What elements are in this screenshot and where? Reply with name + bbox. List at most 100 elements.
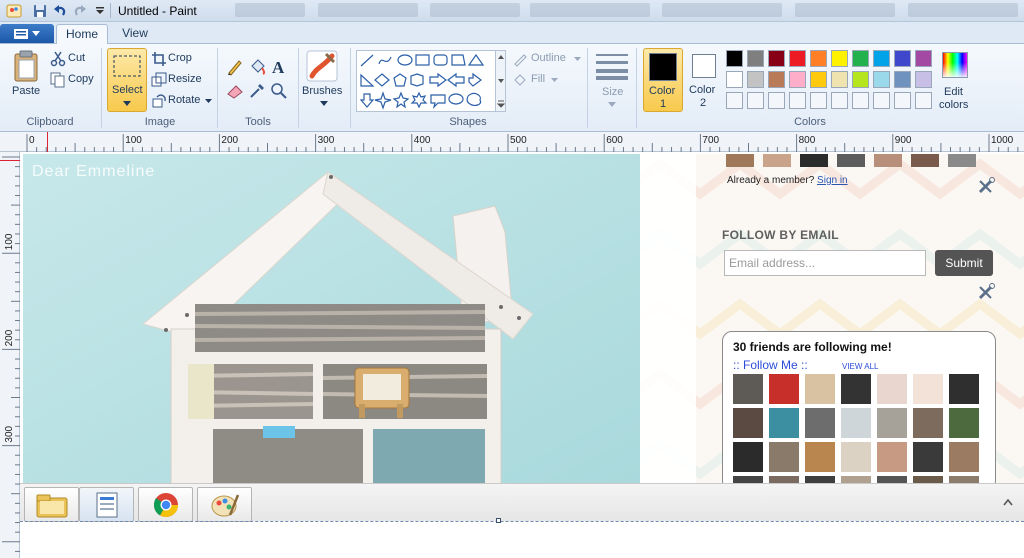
paint-menu-button[interactable] bbox=[0, 24, 54, 43]
palette-color-swatch[interactable] bbox=[768, 50, 785, 67]
tools-icon[interactable] bbox=[977, 283, 997, 301]
custom-color-slot[interactable] bbox=[894, 92, 911, 109]
follower-avatar[interactable] bbox=[913, 408, 943, 438]
custom-color-slot[interactable] bbox=[726, 92, 743, 109]
palette-color-swatch[interactable] bbox=[726, 71, 743, 88]
follower-avatar[interactable] bbox=[841, 374, 871, 404]
tools-icon[interactable] bbox=[977, 177, 997, 195]
avatar[interactable] bbox=[874, 154, 902, 167]
view-all-link[interactable]: VIEW ALL bbox=[842, 362, 878, 371]
color-picker-tool[interactable] bbox=[248, 82, 266, 100]
taskbar-wordpad-button[interactable] bbox=[79, 487, 134, 522]
follower-avatar[interactable] bbox=[877, 442, 907, 472]
brushes-button[interactable]: Brushes bbox=[302, 50, 346, 112]
follower-avatar[interactable] bbox=[913, 374, 943, 404]
custom-color-slot[interactable] bbox=[915, 92, 932, 109]
palette-color-swatch[interactable] bbox=[768, 71, 785, 88]
palette-color-swatch[interactable] bbox=[894, 50, 911, 67]
submit-button[interactable]: Submit bbox=[935, 250, 993, 276]
palette-color-swatch[interactable] bbox=[831, 71, 848, 88]
color1-button[interactable]: Color 1 bbox=[643, 48, 683, 112]
palette-color-swatch[interactable] bbox=[873, 50, 890, 67]
follower-avatar[interactable] bbox=[733, 374, 763, 404]
palette-color-swatch[interactable] bbox=[915, 50, 932, 67]
avatar[interactable] bbox=[911, 154, 939, 167]
select-button[interactable]: Select bbox=[107, 48, 147, 112]
follower-avatar[interactable] bbox=[769, 408, 799, 438]
palette-color-swatch[interactable] bbox=[873, 71, 890, 88]
pencil-tool[interactable] bbox=[226, 58, 244, 76]
palette-color-swatch[interactable] bbox=[894, 71, 911, 88]
palette-color-swatch[interactable] bbox=[789, 50, 806, 67]
edit-colors-button[interactable]: Edit colors bbox=[938, 50, 974, 112]
palette-color-swatch[interactable] bbox=[810, 71, 827, 88]
follower-avatar[interactable] bbox=[805, 374, 835, 404]
avatar[interactable] bbox=[726, 154, 754, 167]
avatar[interactable] bbox=[948, 154, 976, 167]
follower-avatar[interactable] bbox=[877, 408, 907, 438]
palette-color-swatch[interactable] bbox=[915, 71, 932, 88]
shapes-scrollbar[interactable] bbox=[496, 50, 506, 112]
palette-color-swatch[interactable] bbox=[747, 50, 764, 67]
follower-avatar[interactable] bbox=[949, 408, 979, 438]
follower-avatar[interactable] bbox=[841, 442, 871, 472]
eraser-tool[interactable] bbox=[226, 82, 244, 100]
palette-color-swatch[interactable] bbox=[852, 71, 869, 88]
outline-dropdown[interactable]: Outline bbox=[512, 51, 582, 67]
fill-dropdown[interactable]: Fill bbox=[512, 72, 562, 88]
quick-access-dropdown-icon[interactable] bbox=[92, 3, 108, 19]
paste-button[interactable]: Paste bbox=[8, 50, 44, 110]
follower-avatar[interactable] bbox=[769, 374, 799, 404]
avatar[interactable] bbox=[837, 154, 865, 167]
sign-in-link[interactable]: Sign in bbox=[817, 175, 848, 186]
follow-me-link[interactable]: :: Follow Me :: bbox=[733, 358, 808, 372]
custom-color-slot[interactable] bbox=[873, 92, 890, 109]
palette-color-swatch[interactable] bbox=[852, 50, 869, 67]
undo-icon[interactable] bbox=[52, 3, 68, 19]
follower-avatar[interactable] bbox=[805, 408, 835, 438]
follower-avatar[interactable] bbox=[949, 374, 979, 404]
custom-color-slot[interactable] bbox=[747, 92, 764, 109]
color2-button[interactable]: Color 2 bbox=[687, 48, 721, 112]
palette-color-swatch[interactable] bbox=[726, 50, 743, 67]
custom-color-slot[interactable] bbox=[810, 92, 827, 109]
resize-button[interactable]: Resize bbox=[150, 71, 206, 89]
avatar[interactable] bbox=[763, 154, 791, 167]
follower-avatar[interactable] bbox=[949, 442, 979, 472]
custom-color-slot[interactable] bbox=[768, 92, 785, 109]
follower-avatar[interactable] bbox=[877, 374, 907, 404]
cut-button[interactable]: Cut bbox=[48, 50, 96, 68]
custom-color-slot[interactable] bbox=[831, 92, 848, 109]
tab-home[interactable]: Home bbox=[56, 24, 108, 45]
follower-avatar[interactable] bbox=[913, 442, 943, 472]
text-tool[interactable]: A bbox=[270, 58, 288, 77]
size-button[interactable]: Size bbox=[594, 50, 630, 112]
save-icon[interactable] bbox=[32, 3, 48, 19]
avatar[interactable] bbox=[800, 154, 828, 167]
custom-color-slot[interactable] bbox=[852, 92, 869, 109]
palette-color-swatch[interactable] bbox=[747, 71, 764, 88]
follower-avatar[interactable] bbox=[841, 408, 871, 438]
crop-button[interactable]: Crop bbox=[150, 50, 200, 68]
taskbar-chrome-button[interactable] bbox=[138, 487, 193, 522]
taskbar-paint-button[interactable] bbox=[197, 487, 252, 522]
custom-color-slot[interactable] bbox=[789, 92, 806, 109]
redo-icon[interactable] bbox=[72, 3, 88, 19]
magnifier-tool[interactable] bbox=[270, 82, 288, 100]
drawing-canvas[interactable]: Dear Emmeline Already a member? Sign in … bbox=[20, 152, 1024, 558]
palette-color-swatch[interactable] bbox=[810, 50, 827, 67]
follower-avatar[interactable] bbox=[733, 442, 763, 472]
fill-tool[interactable] bbox=[248, 58, 266, 76]
chevron-up-icon[interactable] bbox=[1003, 498, 1013, 506]
email-input[interactable] bbox=[724, 250, 926, 276]
palette-color-swatch[interactable] bbox=[831, 50, 848, 67]
paint-app-icon[interactable] bbox=[6, 3, 22, 19]
canvas-resize-handle[interactable] bbox=[496, 518, 501, 523]
follower-avatar[interactable] bbox=[733, 408, 763, 438]
follower-avatar[interactable] bbox=[769, 442, 799, 472]
follower-avatar[interactable] bbox=[805, 442, 835, 472]
copy-button[interactable]: Copy bbox=[48, 71, 98, 89]
tab-view[interactable]: View bbox=[112, 24, 158, 43]
palette-color-swatch[interactable] bbox=[789, 71, 806, 88]
rotate-button[interactable]: Rotate bbox=[150, 92, 214, 110]
